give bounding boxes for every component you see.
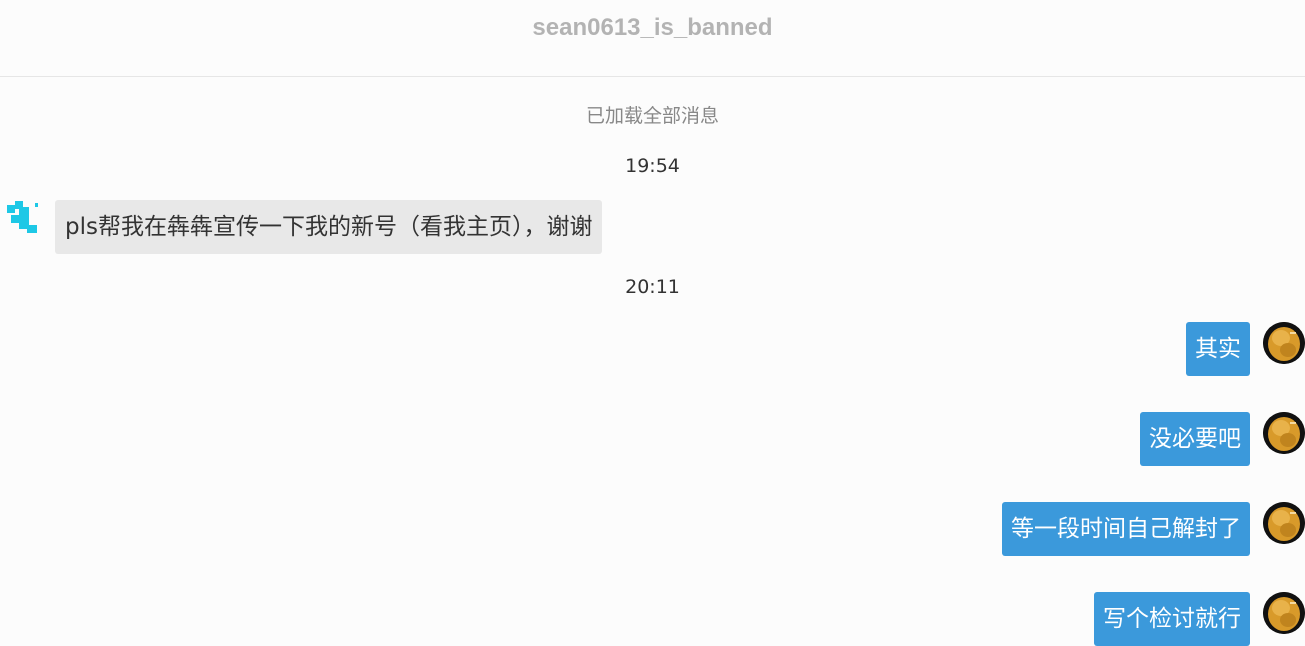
golden-nugget-avatar-icon[interactable] — [1263, 592, 1305, 634]
chat-title[interactable]: sean0613_is_banned — [0, 14, 1305, 42]
chat-header: sean0613_is_banned — [0, 0, 1305, 77]
all-messages-loaded-note: 已加载全部消息 — [585, 105, 719, 127]
outgoing-message: 没必要吧 — [905, 412, 1305, 466]
pixel-avatar-icon[interactable] — [5, 199, 43, 237]
outgoing-message-bubble[interactable]: 没必要吧 — [1140, 412, 1250, 466]
golden-nugget-avatar-icon[interactable] — [1263, 322, 1305, 364]
golden-nugget-avatar-icon[interactable] — [1263, 412, 1305, 454]
timestamp: 19:54 — [625, 155, 680, 177]
outgoing-message: 写个检讨就行 — [905, 592, 1305, 646]
outgoing-message-bubble[interactable]: 其实 — [1186, 322, 1250, 376]
outgoing-message-bubble[interactable]: 等一段时间自己解封了 — [1002, 502, 1250, 556]
golden-nugget-avatar-icon[interactable] — [1263, 502, 1305, 544]
timestamp: 20:11 — [625, 276, 680, 298]
outgoing-message-bubble[interactable]: 写个检讨就行 — [1094, 592, 1250, 646]
incoming-message-bubble[interactable]: pls帮我在犇犇宣传一下我的新号（看我主页），谢谢 — [55, 200, 603, 254]
outgoing-message: 其实 — [905, 322, 1305, 376]
outgoing-message: 等一段时间自己解封了 — [905, 502, 1305, 556]
